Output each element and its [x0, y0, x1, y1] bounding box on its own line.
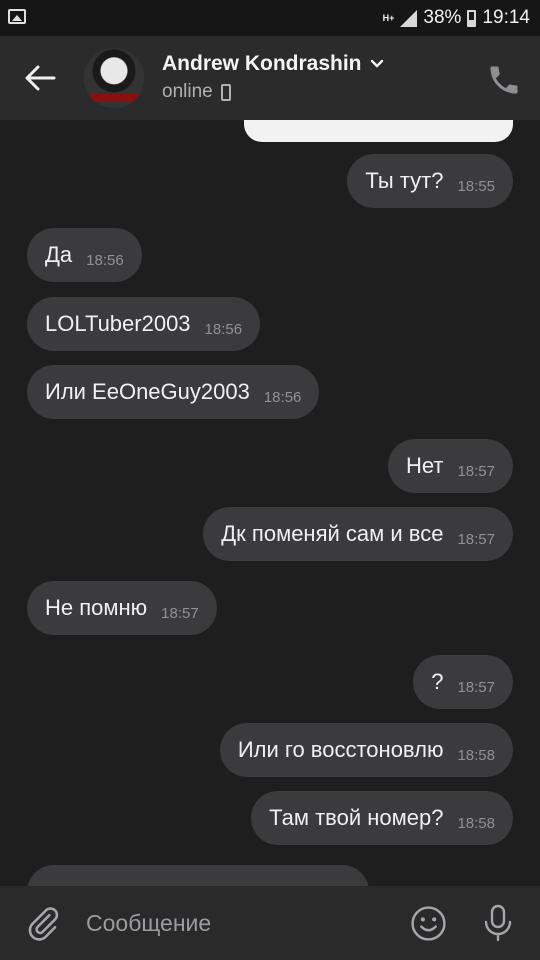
- phone-call-icon[interactable]: [486, 62, 522, 98]
- message-text: Дк поменяй сам и все: [221, 521, 444, 546]
- chevron-down-icon[interactable]: [370, 59, 384, 69]
- outgoing-message[interactable]: ? 18:57: [413, 655, 513, 709]
- message-text: ?: [431, 669, 444, 694]
- image-message-preview[interactable]: [244, 120, 513, 142]
- message-time: 18:58: [457, 814, 495, 832]
- message-time: 18:57: [457, 678, 495, 696]
- contact-name-row[interactable]: Andrew Kondrashin: [162, 52, 384, 76]
- status-indicators: H+ 38% 19:14: [383, 0, 530, 36]
- online-status: online: [162, 81, 213, 102]
- outgoing-message[interactable]: Ты тут? 18:55: [347, 154, 513, 208]
- message-time: 18:56: [263, 388, 302, 406]
- message-time: 18:56: [86, 251, 124, 269]
- message-text: Или EeOneGuy2003: [45, 379, 250, 404]
- message-text: Да: [45, 242, 73, 267]
- battery-percent: 38%: [423, 7, 462, 28]
- message-text: Ты тут?: [365, 168, 444, 193]
- contact-status-row: online: [162, 81, 231, 103]
- message-time: 18:58: [457, 746, 495, 764]
- message-list[interactable]: Ты тут? 18:55 Да 18:56 LOLTuber2003 18:56 Или …: [0, 120, 540, 886]
- message-time: 18:56: [204, 320, 243, 338]
- paperclip-icon[interactable]: [26, 905, 60, 941]
- avatar-band: [84, 94, 144, 102]
- clock: 19:14: [482, 7, 530, 28]
- network-type-icon: H+: [382, 12, 395, 23]
- incoming-message[interactable]: Да 18:56: [27, 228, 142, 282]
- smiley-icon[interactable]: [410, 905, 447, 942]
- chat-header: Andrew Kondrashin online: [0, 36, 540, 120]
- outgoing-message[interactable]: Дк поменяй сам и все 18:57: [203, 507, 513, 561]
- microphone-icon[interactable]: [480, 903, 516, 943]
- message-text: Или го восстоновлю: [237, 737, 444, 762]
- message-text: Там твой номер?: [269, 805, 444, 830]
- incoming-message[interactable]: Не помню 18:57: [27, 581, 217, 635]
- back-arrow-icon[interactable]: [20, 58, 60, 98]
- outgoing-message[interactable]: Нет 18:57: [387, 439, 513, 493]
- message-text: Не помню: [45, 595, 148, 620]
- contact-name[interactable]: Andrew Kondrashin: [162, 52, 362, 76]
- battery-icon: [467, 9, 477, 27]
- gallery-notification-icon: [8, 9, 26, 24]
- message-text: Нет: [405, 453, 444, 478]
- message-time: 18:57: [457, 462, 495, 480]
- outgoing-message[interactable]: Там твой номер? 18:58: [251, 791, 513, 845]
- avatar[interactable]: [84, 48, 144, 108]
- message-input-bar: Сообщение: [0, 886, 540, 960]
- message-time: 18:55: [457, 177, 495, 195]
- message-input[interactable]: Сообщение: [86, 910, 211, 937]
- signal-icon: [400, 9, 418, 27]
- message-time: 18:57: [457, 530, 495, 548]
- status-bar: H+ 38% 19:14: [0, 0, 540, 36]
- message-time: 18:57: [161, 604, 199, 622]
- outgoing-message[interactable]: Или го восстоновлю 18:58: [219, 723, 513, 777]
- incoming-message-partial[interactable]: [27, 865, 369, 886]
- incoming-message[interactable]: LOLTuber2003 18:56: [27, 297, 261, 351]
- incoming-message[interactable]: Или EeOneGuy2003 18:56: [27, 365, 320, 419]
- message-text: LOLTuber2003: [45, 311, 191, 336]
- phone-device-icon: [220, 83, 231, 101]
